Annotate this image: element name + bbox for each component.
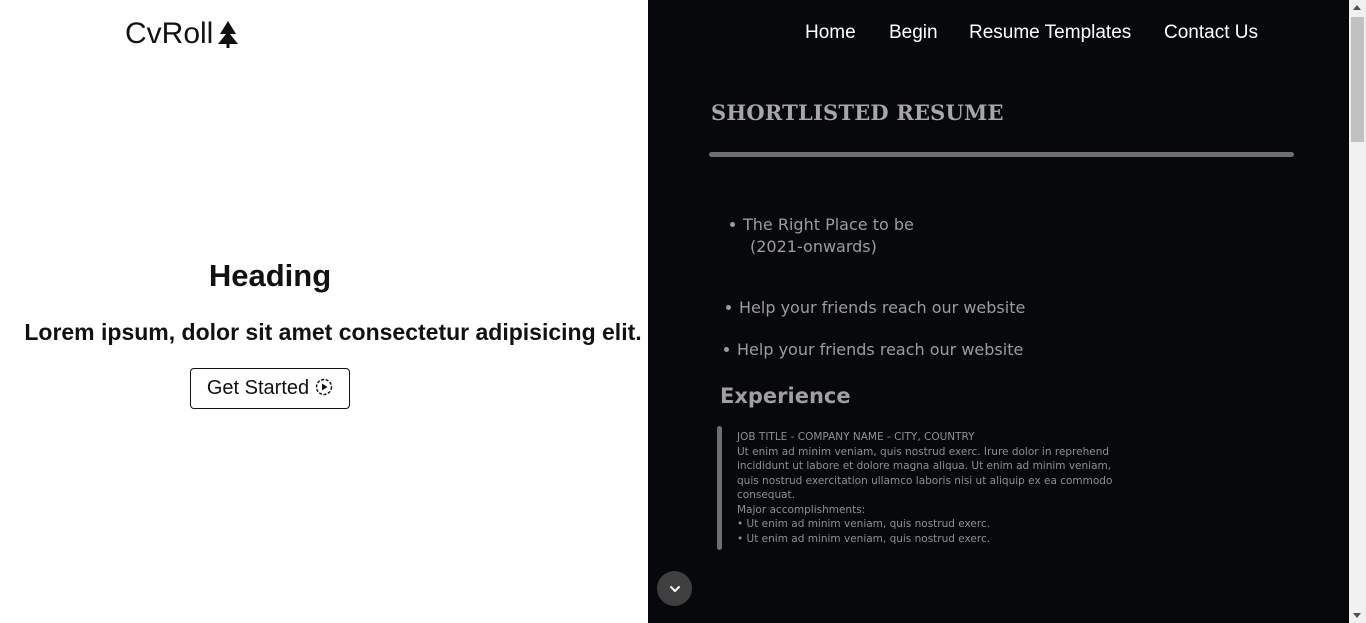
scroll-down-button[interactable] xyxy=(657,571,692,606)
scroll-up-arrow-icon[interactable] xyxy=(1353,5,1361,10)
accomplishment-item: • Ut enim ad minim veniam, quis nostrud … xyxy=(737,518,991,530)
nav-resume-templates[interactable]: Resume Templates xyxy=(969,22,1131,44)
list-item-text: The Right Place to be xyxy=(743,215,914,234)
bullet-dot xyxy=(730,222,735,227)
hero-heading: Heading xyxy=(208,258,332,293)
list-item-text: Help your friends reach our website xyxy=(739,298,1026,317)
nav-contact-us[interactable]: Contact Us xyxy=(1164,22,1258,44)
list-item: Help your friends reach our website xyxy=(739,297,1025,319)
job-description: Ut enim ad minim veniam, quis nostrud ex… xyxy=(737,445,1113,502)
page-scrollbar[interactable] xyxy=(1349,0,1366,623)
accomplishment-item: • Ut enim ad minim veniam, quis nostrud … xyxy=(737,532,991,545)
bullet-dot xyxy=(726,305,731,310)
job-heading: JOB TITLE - COMPANY NAME - CITY, COUNTRY xyxy=(737,431,975,443)
experience-entry: JOB TITLE - COMPANY NAME - CITY, COUNTRY… xyxy=(737,430,1132,546)
chevron-down-icon xyxy=(669,580,681,598)
section-divider xyxy=(709,152,1294,157)
scrollbar-thumb[interactable] xyxy=(1351,17,1364,142)
scroll-down-arrow-icon[interactable] xyxy=(1353,613,1361,618)
hero-subheading: Lorem ipsum, dolor sit amet consectetur … xyxy=(24,319,642,345)
experience-accent-bar xyxy=(717,426,722,550)
resume-preview-pane: Home Begin Resume Templates Contact Us S… xyxy=(648,0,1349,623)
list-item: Help your friends reach our website xyxy=(737,339,1023,361)
hero-pane: CvRoll Heading Lorem ipsum, dolor sit am… xyxy=(0,0,648,623)
nav-home[interactable]: Home xyxy=(805,22,856,44)
play-circle-icon xyxy=(315,378,333,396)
list-item-text: Help your friends reach our website xyxy=(737,340,1024,359)
brand-logo[interactable]: CvRoll xyxy=(125,17,240,51)
nav-begin[interactable]: Begin xyxy=(889,22,938,44)
resume-section-title: SHORTLISTED RESUME xyxy=(711,100,1004,125)
bullet-dot xyxy=(724,347,729,352)
accomplishments-label: Major accomplishments: xyxy=(737,503,866,516)
list-item-subtext: (2021-onwards) xyxy=(750,237,877,256)
list-item: The Right Place to be (2021-onwards) xyxy=(743,214,914,258)
get-started-label: Get Started xyxy=(206,377,310,399)
rocket-tree-icon xyxy=(216,19,240,49)
get-started-button[interactable]: Get Started xyxy=(190,368,350,409)
main-nav: Home Begin Resume Templates Contact Us xyxy=(648,22,1349,46)
brand-name: CvRoll xyxy=(125,17,214,50)
experience-title: Experience xyxy=(720,384,851,408)
